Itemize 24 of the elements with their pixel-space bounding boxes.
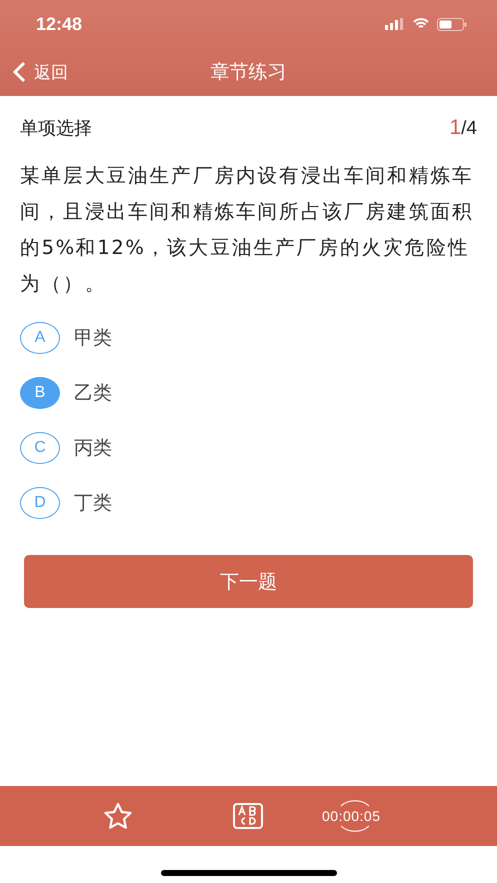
- question-type: 单项选择: [20, 117, 92, 140]
- timer: 00:00:05: [322, 794, 380, 838]
- signal-icon: [385, 18, 405, 30]
- option-letter-circle: A: [20, 322, 60, 354]
- wifi-icon: [413, 18, 429, 30]
- answer-option[interactable]: D 丁类: [20, 475, 112, 530]
- answer-option[interactable]: B 乙类: [20, 365, 112, 420]
- star-icon: [103, 802, 133, 830]
- option-letter-circle: B: [20, 376, 60, 408]
- question-text: 某单层大豆油生产厂房内设有浸出车间和精炼车间，且浸出车间和精炼车间所占该厂房建筑面积的5%和12%，该大豆油生产厂房的火灾危险性为（）。: [20, 163, 475, 297]
- page-title: 章节练习: [210, 61, 286, 83]
- answer-option[interactable]: A 甲类: [20, 310, 112, 365]
- favorite-button[interactable]: [103, 802, 133, 830]
- battery-icon: [437, 18, 467, 30]
- question-counter: 1/4: [449, 116, 477, 140]
- answer-option[interactable]: C 丙类: [20, 420, 112, 475]
- back-button[interactable]: 返回: [0, 60, 74, 84]
- answer-card-icon: [233, 803, 263, 829]
- answer-sheet-button[interactable]: [233, 803, 263, 829]
- chevron-left-icon: [12, 61, 26, 83]
- option-letter-circle: C: [20, 432, 60, 464]
- option-letter-circle: D: [20, 486, 60, 518]
- status-time: 12:48: [36, 14, 82, 34]
- next-button[interactable]: 下一题: [24, 555, 473, 608]
